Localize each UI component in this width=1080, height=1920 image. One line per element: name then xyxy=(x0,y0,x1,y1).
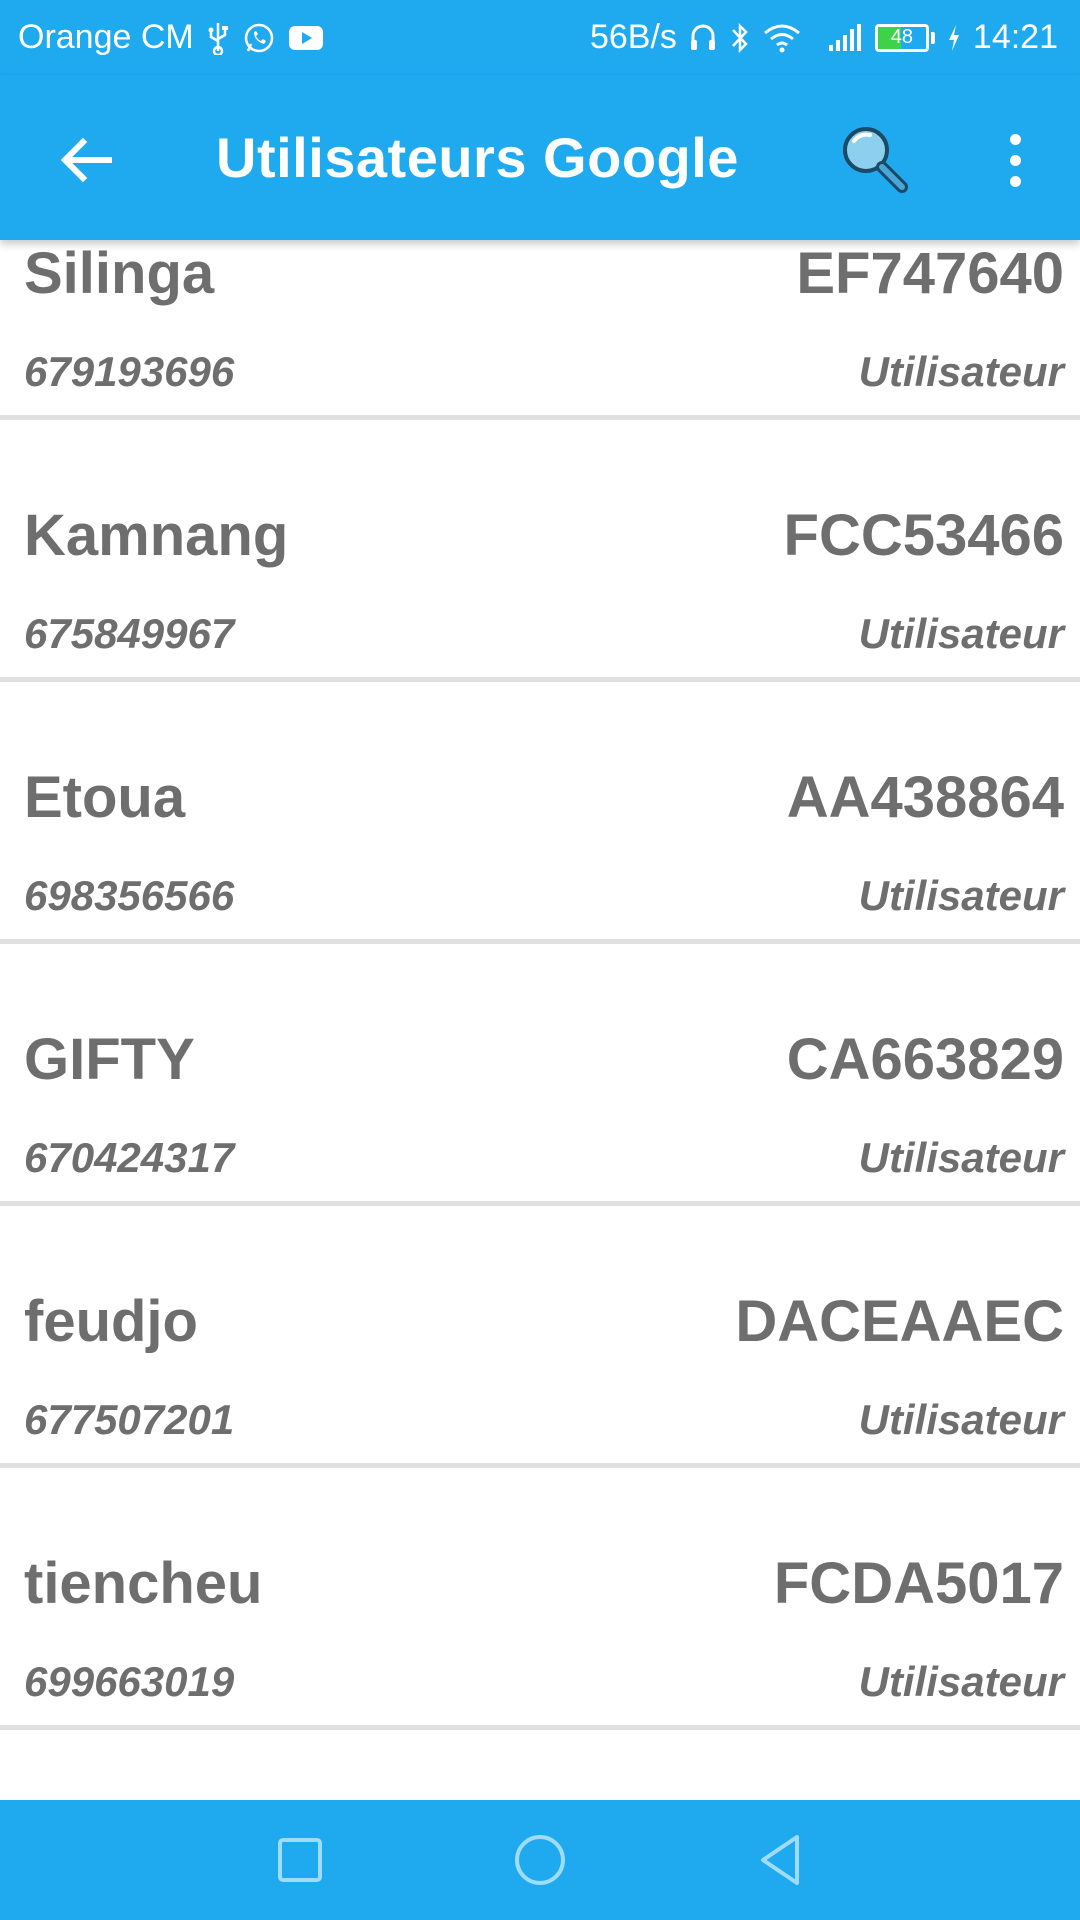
navigation-bar xyxy=(0,1800,1080,1920)
row-divider xyxy=(0,939,1080,944)
user-phone: 698356566 xyxy=(24,872,235,919)
status-bar-right: 56B/s 48 14:21 xyxy=(590,18,1058,57)
user-role: Utilisateur xyxy=(858,348,1064,395)
user-role: Utilisateur xyxy=(858,1134,1064,1181)
user-name: Silinga xyxy=(24,241,215,306)
headset-icon xyxy=(689,22,717,54)
home-icon xyxy=(515,1835,565,1885)
overflow-menu-button[interactable] xyxy=(990,125,1040,195)
youtube-icon xyxy=(288,24,324,52)
carrier-name: Orange CM xyxy=(18,18,194,56)
battery-tip xyxy=(930,31,935,44)
user-list: Silinga EF747640 679193696 Utilisateur K… xyxy=(0,240,1080,1800)
back-icon xyxy=(761,1835,799,1885)
user-name: feudjo xyxy=(24,1289,198,1354)
back-button[interactable] xyxy=(52,125,122,195)
row-divider xyxy=(0,415,1080,420)
user-name: GIFTY xyxy=(24,1027,195,1092)
more-vert-icon-dot xyxy=(1009,133,1021,145)
row-divider xyxy=(0,1463,1080,1468)
user-list-item[interactable]: Silinga EF747640 679193696 Utilisateur xyxy=(0,240,1080,420)
bluetooth-icon xyxy=(729,21,751,55)
app-bar: Utilisateurs Google xyxy=(0,75,1080,240)
status-bar-left: Orange CM xyxy=(18,18,324,57)
user-phone: 699663019 xyxy=(24,1658,235,1705)
user-role: Utilisateur xyxy=(858,1396,1064,1443)
search-button[interactable] xyxy=(834,119,914,199)
user-role: Utilisateur xyxy=(858,872,1064,919)
user-list-item[interactable]: feudjo DACEAAEC 677507201 Utilisateur xyxy=(0,1278,1080,1468)
clock: 14:21 xyxy=(972,18,1058,56)
more-vert-icon-dot xyxy=(1009,175,1021,187)
user-code: DACEAAEC xyxy=(735,1289,1064,1354)
user-name: Etoua xyxy=(24,765,186,830)
user-name: Kamnang xyxy=(24,503,289,568)
signal-icon xyxy=(827,23,863,53)
back-arrow-icon xyxy=(60,137,112,183)
more-vert-icon-dot xyxy=(1009,154,1021,166)
user-phone: 677507201 xyxy=(24,1396,235,1443)
usb-icon xyxy=(206,21,230,55)
whatsapp-icon xyxy=(242,21,276,55)
user-role: Utilisateur xyxy=(858,1658,1064,1705)
recent-apps-button[interactable] xyxy=(255,1815,345,1905)
battery-icon: 48 xyxy=(874,23,929,52)
user-phone: 675849967 xyxy=(24,610,235,657)
recent-apps-icon xyxy=(278,1838,322,1882)
row-divider xyxy=(0,677,1080,682)
screen: Orange CM 56B/s 48 14:21 Utilisateurs Go… xyxy=(0,0,1080,1920)
row-divider xyxy=(0,1725,1080,1730)
user-code: AA438864 xyxy=(786,765,1064,830)
system-back-button[interactable] xyxy=(735,1815,825,1905)
user-code: FCC53466 xyxy=(783,503,1064,568)
user-phone: 670424317 xyxy=(24,1134,235,1181)
user-list-item[interactable]: GIFTY CA663829 670424317 Utilisateur xyxy=(0,1016,1080,1206)
user-role: Utilisateur xyxy=(858,610,1064,657)
user-phone: 679193696 xyxy=(24,348,235,395)
battery-level: 48 xyxy=(890,26,914,49)
wifi-icon xyxy=(763,23,801,53)
user-code: CA663829 xyxy=(786,1027,1064,1092)
user-list-item[interactable]: tiencheu FCDA5017 699663019 Utilisateur xyxy=(0,1540,1080,1730)
user-code: FCDA5017 xyxy=(773,1551,1064,1616)
page-title: Utilisateurs Google xyxy=(216,126,739,189)
charging-icon xyxy=(947,24,961,52)
status-bar: Orange CM 56B/s 48 14:21 xyxy=(0,0,1080,75)
user-list-item[interactable]: Kamnang FCC53466 675849967 Utilisateur xyxy=(0,492,1080,682)
search-icon xyxy=(843,127,908,193)
user-code: EF747640 xyxy=(796,241,1064,306)
row-divider xyxy=(0,1201,1080,1206)
home-button[interactable] xyxy=(495,1815,585,1905)
user-name: tiencheu xyxy=(24,1551,263,1616)
network-speed: 56B/s xyxy=(589,18,677,56)
user-list-item[interactable]: Etoua AA438864 698356566 Utilisateur xyxy=(0,754,1080,944)
